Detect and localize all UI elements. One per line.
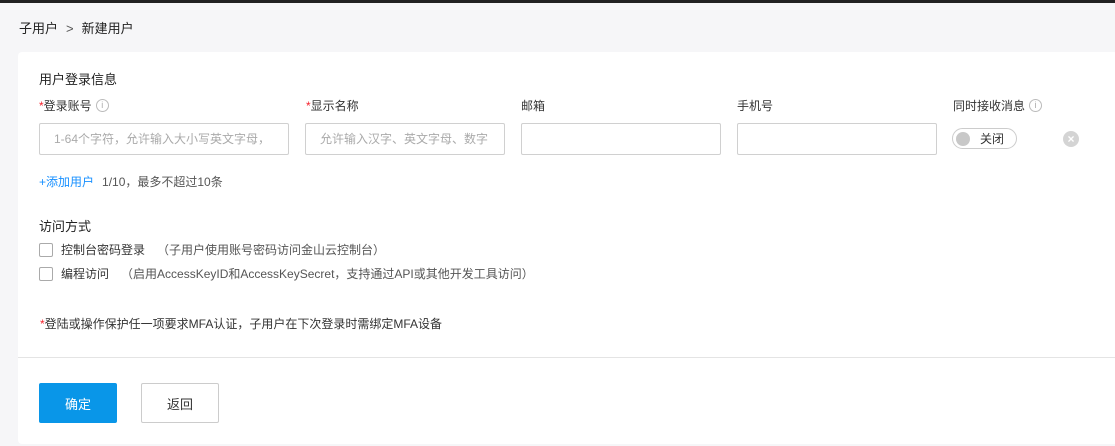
label-text: 同时接收消息 bbox=[953, 99, 1026, 113]
login-account-input[interactable] bbox=[39, 123, 289, 155]
checkbox[interactable] bbox=[39, 266, 53, 281]
phone-input[interactable] bbox=[737, 123, 937, 155]
phone-label: 手机号 bbox=[737, 99, 774, 113]
breadcrumb-separator: > bbox=[66, 21, 74, 36]
top-bar bbox=[0, 0, 1115, 3]
remove-row-icon[interactable]: × bbox=[1063, 131, 1079, 147]
add-user-link[interactable]: +添加用户 bbox=[39, 175, 94, 189]
breadcrumb-current: 新建用户 bbox=[81, 21, 134, 36]
confirm-button[interactable]: 确定 bbox=[39, 383, 117, 423]
section-title-login: 用户登录信息 bbox=[39, 72, 118, 87]
access-option-console[interactable]: 控制台密码登录 （子用户使用账号密码访问金山云控制台） bbox=[39, 241, 385, 258]
notify-label: 同时接收消息 i bbox=[953, 97, 1043, 114]
breadcrumb: 子用户 > 新建用户 bbox=[19, 18, 134, 37]
label-text: 显示名称 bbox=[310, 99, 359, 113]
note-text: 登陆或操作保护任一项要求MFA认证，子用户在下次登录时需绑定MFA设备 bbox=[44, 317, 443, 331]
info-icon[interactable]: i bbox=[95, 99, 109, 112]
notify-toggle[interactable]: 关闭 bbox=[952, 128, 1017, 149]
back-button[interactable]: 返回 bbox=[141, 383, 219, 423]
breadcrumb-parent[interactable]: 子用户 bbox=[19, 21, 58, 36]
email-input[interactable] bbox=[521, 123, 721, 155]
option-hint: （子用户使用账号密码访问金山云控制台） bbox=[157, 243, 386, 257]
toggle-label: 关闭 bbox=[980, 132, 1005, 146]
display-name-label: * 显示名称 bbox=[306, 97, 359, 114]
login-account-label: * 登录账号 i bbox=[39, 97, 109, 114]
email-label: 邮箱 bbox=[521, 99, 546, 113]
mfa-note: *登陆或操作保护任一项要求MFA认证，子用户在下次登录时需绑定MFA设备 bbox=[40, 315, 442, 332]
display-name-input[interactable] bbox=[305, 123, 505, 155]
section-title-access: 访问方式 bbox=[39, 219, 92, 234]
option-label: 编程访问 bbox=[61, 267, 110, 281]
checkbox[interactable] bbox=[39, 242, 53, 257]
access-option-programmatic[interactable]: 编程访问 （启用AccessKeyID和AccessKeySecret，支持通过A… bbox=[39, 265, 534, 282]
toggle-knob bbox=[956, 131, 970, 146]
label-text: 登录账号 bbox=[43, 99, 92, 113]
option-hint: （启用AccessKeyID和AccessKeySecret，支持通过API或其… bbox=[121, 267, 534, 281]
user-count: 1/10，最多不超过10条 bbox=[102, 175, 223, 189]
info-icon[interactable]: i bbox=[1029, 99, 1043, 112]
add-user-row: +添加用户 1/10，最多不超过10条 bbox=[39, 173, 223, 190]
option-label: 控制台密码登录 bbox=[61, 243, 146, 257]
divider bbox=[18, 357, 1115, 358]
